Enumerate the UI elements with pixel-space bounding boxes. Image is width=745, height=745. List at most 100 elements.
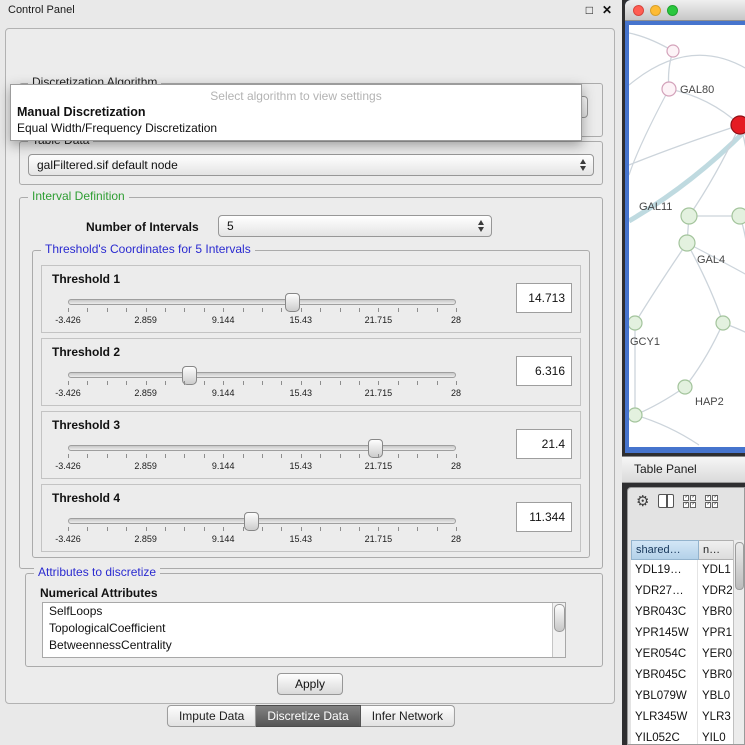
network-edge[interactable] <box>629 55 745 85</box>
tab-impute-data[interactable]: Impute Data <box>167 705 256 727</box>
network-edge[interactable] <box>629 33 673 51</box>
tick-label: 28 <box>451 315 461 325</box>
slider-track[interactable] <box>68 445 456 451</box>
threshold-value-input[interactable]: 21.4 <box>516 429 572 459</box>
window-title: Control Panel <box>8 4 75 16</box>
column-header-shared-name[interactable]: shared… <box>631 540 699 560</box>
dropdown-option-equal-width-frequency[interactable]: Equal Width/Frequency Discretization <box>11 120 581 136</box>
network-node[interactable] <box>629 316 642 330</box>
table-row[interactable]: YDR27…YDR2 <box>631 581 733 602</box>
slider-track[interactable] <box>68 372 456 378</box>
network-node[interactable] <box>681 208 697 224</box>
slider-thumb[interactable] <box>285 293 300 312</box>
settings-gear-icon[interactable]: ⚙ <box>636 494 649 509</box>
tick-label: 2.859 <box>134 315 157 325</box>
dropdown-option-manual-discretization[interactable]: Manual Discretization <box>11 104 581 120</box>
slider-track[interactable] <box>68 518 456 524</box>
attribute-list-item[interactable]: TopologicalCoefficient <box>43 620 565 637</box>
scrollbar-thumb[interactable] <box>554 604 565 632</box>
cell-name: YLR3 <box>697 707 733 728</box>
cell-shared-name: YER054C <box>631 644 697 665</box>
tab-label: Impute Data <box>179 709 244 723</box>
network-edge[interactable] <box>635 243 687 323</box>
network-edge[interactable] <box>635 415 699 445</box>
network-node[interactable] <box>678 380 692 394</box>
cell-shared-name: YDL19… <box>631 560 697 581</box>
tick-label: 21.715 <box>365 388 393 398</box>
threshold-slider[interactable]: -3.4262.8599.14415.4321.71528 <box>68 438 456 476</box>
apply-button[interactable]: Apply <box>277 673 343 695</box>
tick-label: 9.144 <box>212 388 235 398</box>
tick-label: -3.426 <box>55 534 81 544</box>
table-row[interactable]: YBR043CYBR0 <box>631 602 733 623</box>
threshold-label: Threshold 4 <box>52 491 120 505</box>
table-data-combobox[interactable]: galFiltered.sif default node <box>28 154 594 176</box>
attributes-scrollbar[interactable] <box>552 603 565 657</box>
attributes-group: Attributes to discretize Numerical Attri… <box>25 573 603 667</box>
minimize-traffic-light[interactable] <box>650 5 661 16</box>
table-row[interactable]: YBL079WYBL0 <box>631 686 733 707</box>
column-layout-icon[interactable] <box>658 494 674 508</box>
network-node[interactable] <box>662 82 676 96</box>
table-scrollbar[interactable] <box>733 540 744 744</box>
threshold-value-input[interactable]: 6.316 <box>516 356 572 386</box>
tick-label: 15.43 <box>290 388 313 398</box>
cell-shared-name: YBL079W <box>631 686 697 707</box>
desktop-background: GAL80GAL11GAL4GCY1HAP2 Table Panel ⚙ sha… <box>622 0 745 745</box>
select-all-attributes-icon[interactable] <box>705 495 718 508</box>
network-canvas[interactable]: GAL80GAL11GAL4GCY1HAP2 <box>629 25 745 447</box>
network-node[interactable] <box>732 208 745 224</box>
close-traffic-light[interactable] <box>633 5 644 16</box>
scrollbar-thumb[interactable] <box>735 542 744 590</box>
number-of-intervals-value: 5 <box>227 219 234 233</box>
attribute-list-item[interactable]: BetweennessCentrality <box>43 637 565 654</box>
zoom-traffic-light[interactable] <box>667 5 678 16</box>
cell-shared-name: YIL052C <box>631 728 697 744</box>
network-edge[interactable] <box>685 323 723 387</box>
threshold-panel-2: Threshold 2 -3.4262.8599.14415.4321.7152… <box>41 338 581 406</box>
network-node[interactable] <box>667 45 679 57</box>
threshold-label: Threshold 2 <box>52 345 120 359</box>
node-label: GAL4 <box>697 254 725 266</box>
tick-label: 9.144 <box>212 534 235 544</box>
tab-label: Infer Network <box>372 709 443 723</box>
threshold-value-input[interactable]: 14.713 <box>516 283 572 313</box>
table-row[interactable]: YBR045CYBR0 <box>631 665 733 686</box>
table-row[interactable]: YIL052CYIL0 <box>631 728 733 744</box>
table-panel-titlebar[interactable]: Table Panel <box>622 456 745 483</box>
algorithm-dropdown-popup: Select algorithm to view settings Manual… <box>10 84 582 141</box>
network-edge[interactable] <box>689 125 740 216</box>
network-edge[interactable] <box>635 387 685 415</box>
network-node[interactable] <box>629 408 642 422</box>
threshold-panel-4: Threshold 4 -3.4262.8599.14415.4321.7152… <box>41 484 581 552</box>
float-window-icon[interactable]: □ <box>586 4 593 16</box>
slider-thumb[interactable] <box>244 512 259 531</box>
network-node[interactable] <box>716 316 730 330</box>
slider-track[interactable] <box>68 299 456 305</box>
threshold-value-input[interactable]: 11.344 <box>516 502 572 532</box>
table-row[interactable]: YPR145WYPR1 <box>631 623 733 644</box>
network-node[interactable] <box>731 116 745 134</box>
tab-infer-network[interactable]: Infer Network <box>361 705 455 727</box>
slider-thumb[interactable] <box>368 439 383 458</box>
number-of-intervals-combobox[interactable]: 5 <box>218 215 492 237</box>
tick-label: 15.43 <box>290 534 313 544</box>
select-attributes-icon[interactable] <box>683 495 696 508</box>
bottom-tab-bar: Impute Data Discretize Data Infer Network <box>167 705 455 727</box>
threshold-slider[interactable]: -3.4262.8599.14415.4321.71528 <box>68 511 456 549</box>
table-header-row: shared… n… <box>631 540 743 560</box>
cell-shared-name: YDR27… <box>631 581 697 602</box>
interval-definition-group: Interval Definition Number of Intervals … <box>19 197 603 569</box>
table-row[interactable]: YDL19…YDL1 <box>631 560 733 581</box>
threshold-slider[interactable]: -3.4262.8599.14415.4321.71528 <box>68 365 456 403</box>
table-panel-title: Table Panel <box>634 462 697 476</box>
threshold-slider[interactable]: -3.4262.8599.14415.4321.71528 <box>68 292 456 330</box>
table-row[interactable]: YLR345WYLR3 <box>631 707 733 728</box>
table-row[interactable]: YER054CYER0 <box>631 644 733 665</box>
close-icon[interactable]: ✕ <box>602 4 612 16</box>
attribute-list-item[interactable]: SelfLoops <box>43 603 565 620</box>
numerical-attributes-list[interactable]: SelfLoopsTopologicalCoefficientBetweenne… <box>42 602 566 658</box>
tab-discretize-data[interactable]: Discretize Data <box>256 705 360 727</box>
control-panel-window: Control Panel □ ✕ NetworkStyleSelectCyni… <box>0 0 622 745</box>
network-node[interactable] <box>679 235 695 251</box>
